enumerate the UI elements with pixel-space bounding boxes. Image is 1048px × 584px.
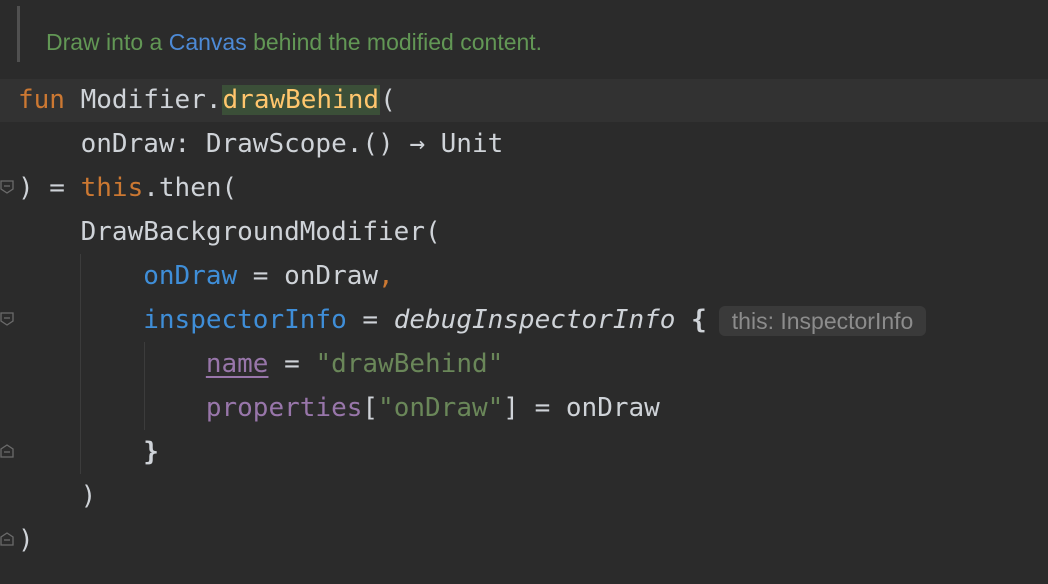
property-name: name <box>205 349 269 379</box>
open-brace: { <box>675 305 707 335</box>
named-arg-inspectorinfo: inspectorInfo <box>143 305 347 335</box>
doc-text-suffix: behind the modified content. <box>246 29 543 55</box>
function-name: drawBehind <box>221 85 381 115</box>
close-paren: ) <box>18 481 97 511</box>
named-arg-ondraw: onDraw <box>143 261 238 291</box>
properties-map: properties <box>205 393 363 423</box>
string-literal: "drawBehind" <box>315 349 504 379</box>
receiver-type: Modifier. <box>64 85 222 115</box>
close-paren: ) <box>18 525 34 555</box>
inlay-hint: this: InspectorInfo <box>718 305 927 336</box>
assignment: ] = onDraw <box>503 393 660 423</box>
doc-comment-bar <box>17 6 20 62</box>
code-line-2[interactable]: onDraw: DrawScope.() → Unit <box>18 122 504 166</box>
comma: , <box>378 261 394 291</box>
doc-link-canvas[interactable]: Canvas <box>169 29 247 55</box>
string-literal: "onDraw" <box>378 393 504 423</box>
doc-comment: Draw into a Canvas behind the modified c… <box>46 24 542 60</box>
code-line-6[interactable]: inspectorInfo = debugInspectorInfo { this… <box>18 298 927 342</box>
parameter-decl: onDraw: DrawScope.() → Unit <box>18 129 504 159</box>
arg-value: = onDraw <box>237 261 379 291</box>
code-line-11[interactable]: ) <box>18 518 34 562</box>
fold-close-icon[interactable] <box>0 312 14 326</box>
code-line-8[interactable]: properties["onDraw"] = onDraw <box>18 386 660 430</box>
fold-close-icon[interactable] <box>0 180 14 194</box>
doc-text-prefix: Draw into a <box>46 29 169 55</box>
open-paren: ( <box>380 85 396 115</box>
equals: = <box>346 305 394 335</box>
fold-open-icon[interactable] <box>0 532 14 546</box>
code-line-10[interactable]: ) <box>18 474 97 518</box>
constructor-call: DrawBackgroundModifier( <box>18 217 441 247</box>
code-line-7[interactable]: name = "drawBehind" <box>18 342 503 386</box>
debug-inspector-info-call: debugInspectorInfo <box>393 305 676 335</box>
keyword-this: this <box>80 173 144 203</box>
then-call: .then( <box>143 173 238 203</box>
code-line-1[interactable]: fun Modifier.drawBehind( <box>18 78 396 122</box>
close-brace: } <box>18 437 159 467</box>
equals: = <box>268 349 316 379</box>
fold-open-icon[interactable] <box>0 444 14 458</box>
code-line-4[interactable]: DrawBackgroundModifier( <box>18 210 441 254</box>
code-line-9[interactable]: } <box>18 430 159 474</box>
code-line-5[interactable]: onDraw = onDraw, <box>18 254 394 298</box>
open-bracket: [ <box>362 393 379 423</box>
close-paren-eq: ) = <box>18 173 81 203</box>
keyword-fun: fun <box>18 85 65 115</box>
code-line-3[interactable]: ) = this.then( <box>18 166 237 210</box>
